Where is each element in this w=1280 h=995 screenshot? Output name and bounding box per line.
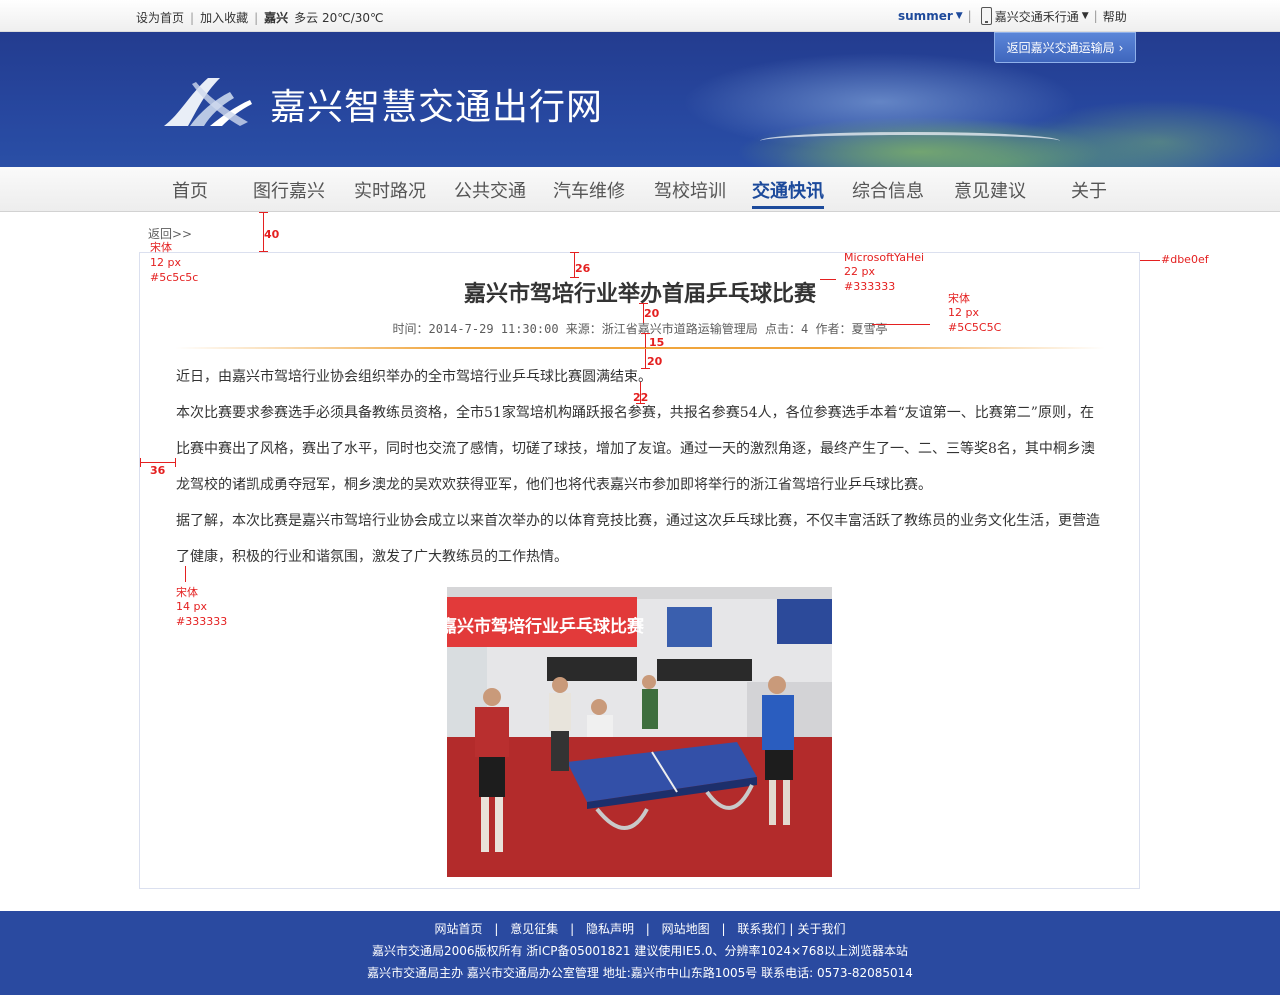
annotation-measure-line	[645, 333, 646, 348]
banner-road	[760, 132, 1060, 150]
divider: |	[570, 922, 575, 936]
help-link[interactable]: 帮助	[1103, 8, 1127, 25]
footer-sponsor: 嘉兴市交通局主办 嘉兴市交通局办公室管理 地址:嘉兴市中山东路1005号 联系电…	[367, 966, 913, 980]
annotation-body-size: 14 px	[176, 600, 207, 613]
nav-item-driving-school[interactable]: 驾校培训	[654, 177, 726, 209]
annotation-title-color: #333333	[844, 280, 896, 293]
annotation-body-color: #333333	[176, 615, 228, 628]
mobile-phone-icon	[980, 7, 992, 25]
top-bar-left: 设为首页 | 加入收藏 | 嘉兴 多云 20℃/30℃	[136, 9, 384, 26]
nav-item-map[interactable]: 图行嘉兴	[253, 177, 325, 209]
main-nav: 首页 图行嘉兴 实时路况 公共交通 汽车维修 驾校培训 交通快讯 综合信息 意见…	[0, 167, 1280, 212]
annotation-leader	[185, 566, 186, 582]
article-paragraph: 本次比赛要求参赛选手必须具备教练员资格，全市51家驾培机构踊跃报名参赛，共报名参…	[176, 405, 1095, 493]
app-link[interactable]: 嘉兴交通禾行通	[995, 8, 1079, 25]
annotation-dim-20b: 20	[647, 355, 663, 368]
divider: |	[1093, 9, 1098, 23]
annotation-title-size: 22 px	[844, 265, 875, 278]
set-home-link[interactable]: 设为首页	[136, 9, 184, 26]
chevron-right-icon: ›	[1118, 40, 1124, 55]
annotation-leader	[872, 324, 930, 325]
annotation-back-size: 12 px	[150, 256, 181, 269]
annotation-measure-line	[645, 349, 646, 369]
annotation-tick	[570, 252, 579, 253]
footer: 网站首页 | 意见征集 | 隐私声明 | 网站地图 | 联系我们 | 关于我们 嘉兴…	[0, 911, 1280, 995]
top-bar-right: summer ▼ | 嘉兴交通禾行通 ▼ | 帮助	[898, 6, 1127, 26]
annotation-tick	[259, 251, 268, 252]
annotation-measure-line	[140, 462, 176, 463]
nav-item-car-repair[interactable]: 汽车维修	[553, 177, 625, 209]
nav-item-about[interactable]: 关于	[1071, 177, 1107, 209]
annotation-tick	[259, 212, 268, 213]
annotation-tick	[641, 333, 650, 334]
user-menu[interactable]: summer	[898, 9, 953, 23]
article-paragraph: 近日，由嘉兴市驾培行业协会组织举办的全市驾培行业乒乓球比赛圆满结束。	[176, 369, 652, 385]
add-favorite-link[interactable]: 加入收藏	[200, 9, 248, 26]
divider: |	[254, 10, 259, 25]
annotation-meta-size: 12 px	[948, 306, 979, 319]
annotation-dim-20a: 20	[644, 307, 660, 320]
annotation-meta-color: #5C5C5C	[948, 321, 1002, 334]
city-label[interactable]: 嘉兴	[264, 9, 288, 26]
chevron-down-icon[interactable]: ▼	[956, 11, 963, 21]
annotation-leader	[820, 279, 836, 280]
annotation-dim-15: 15	[649, 336, 665, 349]
annotation-title-font: MicrosoftYaHei	[844, 251, 925, 264]
annotation-meta-font: 宋体	[948, 292, 970, 305]
weather-text: 多云 20℃/30℃	[294, 11, 384, 25]
top-bar: 设为首页 | 加入收藏 | 嘉兴 多云 20℃/30℃ summer ▼ | 嘉…	[0, 0, 1280, 32]
annotation-back-color: #5c5c5c	[150, 271, 199, 284]
annotation-dim-26: 26	[575, 262, 591, 275]
annotation-tick	[175, 458, 176, 467]
annotation-border-color: #dbe0ef	[1161, 253, 1209, 266]
footer-link-feedback[interactable]: 意见征集	[510, 922, 558, 936]
divider: |	[721, 922, 726, 936]
chevron-down-icon[interactable]: ▼	[1082, 11, 1089, 21]
nav-item-info[interactable]: 综合信息	[852, 177, 924, 209]
site-title: 嘉兴智慧交通出行网	[270, 87, 604, 128]
nav-item-traffic-news[interactable]: 交通快讯	[752, 177, 824, 209]
back-link[interactable]: 返回>>	[148, 225, 192, 242]
divider: |	[190, 10, 195, 25]
expressway-logo-icon[interactable]	[160, 74, 254, 128]
footer-copyright: 嘉兴市交通局2006版权所有 浙ICP备05001821 建议使用IE5.0、分…	[371, 944, 909, 958]
annotation-tick	[570, 277, 579, 278]
footer-link-sitemap[interactable]: 网站地图	[662, 922, 710, 936]
article-paragraph: 据了解，本次比赛是嘉兴市驾培行业协会成立以来首次举办的以体育竞技比赛，通过这次乒…	[176, 513, 1100, 565]
footer-link-privacy[interactable]: 隐私声明	[586, 922, 634, 936]
article-photo: 嘉兴市驾培行业乒乓球比赛	[447, 587, 832, 877]
annotation-tick	[140, 458, 141, 467]
photo-banner-text: 嘉兴市驾培行业乒乓球比赛	[447, 616, 645, 637]
annotation-dim-40: 40	[264, 228, 280, 241]
footer-link-home[interactable]: 网站首页	[435, 922, 483, 936]
return-bureau-button[interactable]: 返回嘉兴交通运输局 ›	[994, 32, 1136, 63]
annotation-tick	[639, 303, 648, 304]
annotation-dim-22: 22	[633, 391, 649, 404]
annotation-leader	[1140, 260, 1160, 261]
footer-link-contact[interactable]: 联系我们	[737, 922, 785, 936]
divider: |	[645, 922, 650, 936]
annotation-body-font: 宋体	[176, 586, 198, 599]
nav-item-traffic[interactable]: 实时路况	[354, 177, 426, 209]
divider: |	[494, 922, 499, 936]
return-bureau-label: 返回嘉兴交通运输局	[1006, 41, 1115, 55]
article-meta: 时间：2014-7-29 11:30:00 来源：浙江省嘉兴市道路运输管理局 点…	[392, 322, 888, 336]
table-tennis-photo: 嘉兴市驾培行业乒乓球比赛	[447, 587, 832, 877]
annotation-dim-36: 36	[150, 464, 166, 477]
footer-link-about[interactable]: 关于我们	[797, 922, 845, 936]
title-divider	[175, 347, 1105, 349]
footer-links: 网站首页 | 意见征集 | 隐私声明 | 网站地图 | 联系我们 | 关于我们	[434, 922, 846, 936]
nav-item-home[interactable]: 首页	[172, 177, 208, 209]
divider: |	[967, 9, 972, 23]
annotation-back-font: 宋体	[150, 241, 172, 254]
nav-item-public-transit[interactable]: 公共交通	[454, 177, 526, 209]
nav-item-feedback[interactable]: 意见建议	[954, 177, 1026, 209]
